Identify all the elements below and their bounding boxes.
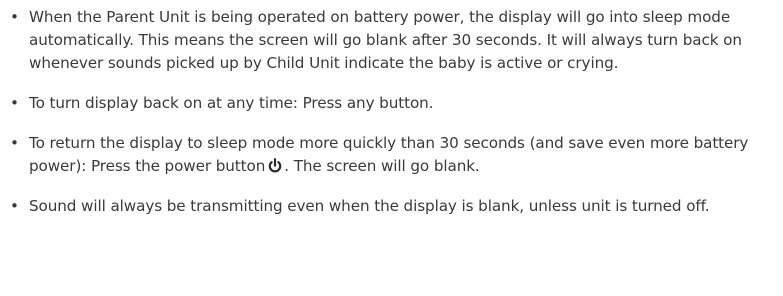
list-item-text-after-icon: . The screen will go blank. <box>284 157 480 175</box>
bullet-marker: • <box>10 197 19 215</box>
list-item-text: To turn display back on at any time: Pre… <box>29 94 434 112</box>
bullet-list: • When the Parent Unit is being operated… <box>8 6 775 218</box>
list-item: • To turn display back on at any time: P… <box>8 92 775 115</box>
bullet-marker: • <box>10 94 19 112</box>
list-item-text: Sound will always be transmitting even w… <box>29 197 710 215</box>
document-page: • When the Parent Unit is being operated… <box>0 0 783 296</box>
power-icon <box>268 158 282 173</box>
bullet-marker: • <box>10 8 19 26</box>
list-item: • To return the display to sleep mode mo… <box>8 132 775 178</box>
bullet-marker: • <box>10 134 19 152</box>
list-item-text: When the Parent Unit is being operated o… <box>29 8 742 72</box>
list-item: • Sound will always be transmitting even… <box>8 195 775 218</box>
list-item: • When the Parent Unit is being operated… <box>8 6 775 75</box>
